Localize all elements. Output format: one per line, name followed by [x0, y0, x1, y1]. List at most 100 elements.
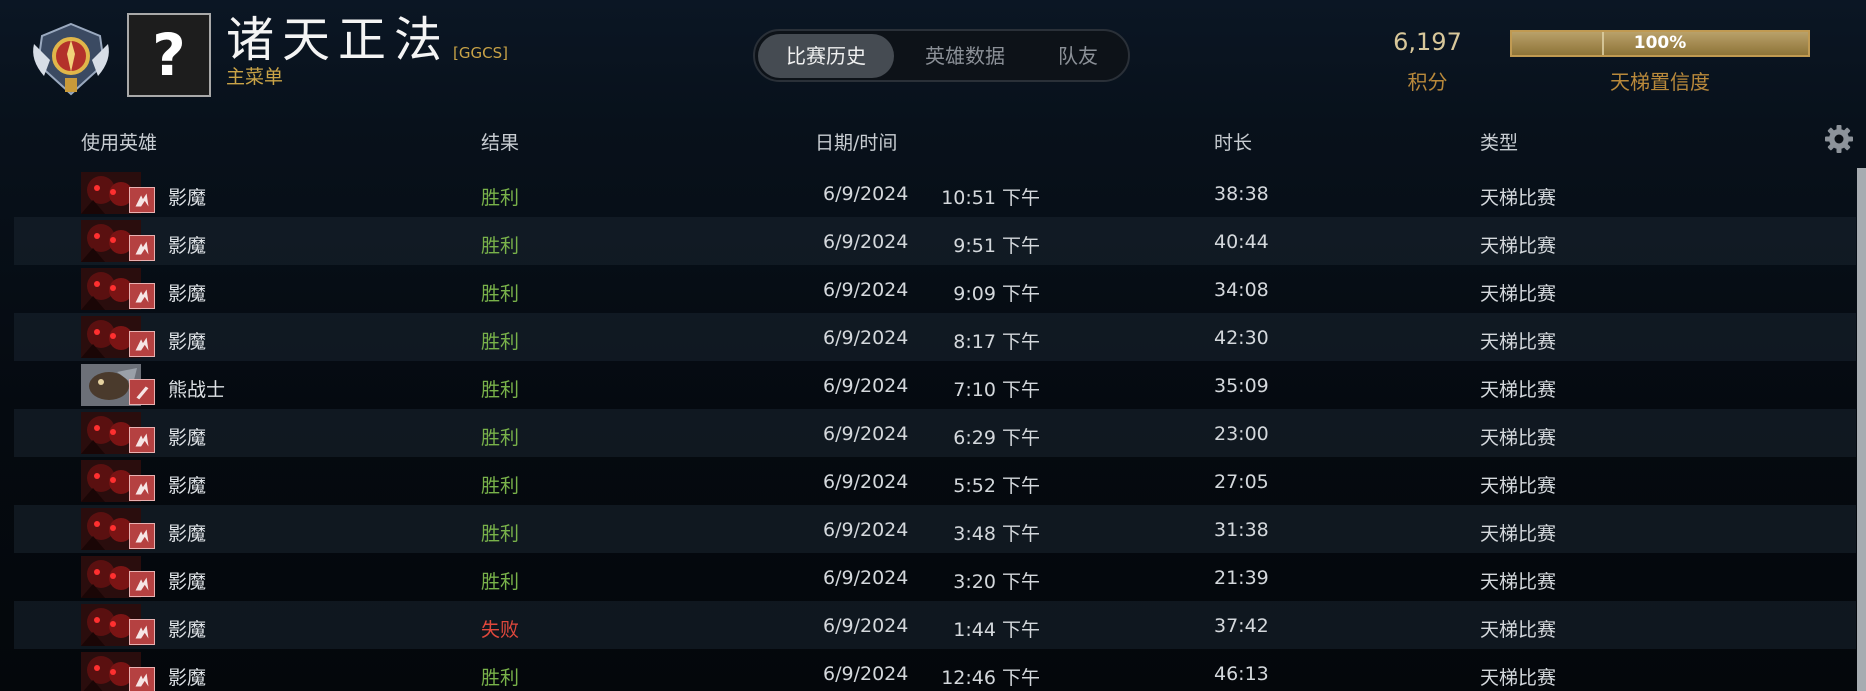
tab-teammates[interactable]: 队友: [1036, 34, 1120, 78]
match-date: 6/9/2024: [823, 183, 909, 205]
match-time: 9:09 下午: [953, 283, 1040, 305]
dagger-role-icon: [129, 379, 155, 405]
scrollbar[interactable]: [1857, 168, 1866, 691]
table-row[interactable]: 影魔 胜利 6/9/2024 3:48 下午 31:38 天梯比赛: [14, 505, 1856, 553]
column-duration[interactable]: 时长: [1214, 128, 1252, 155]
column-type[interactable]: 类型: [1480, 128, 1518, 155]
match-type: 天梯比赛: [1480, 667, 1557, 689]
confidence-bar: 100%: [1510, 30, 1810, 57]
match-date: 6/9/2024: [823, 231, 909, 253]
match-duration: 35:09: [1214, 375, 1269, 397]
player-name: 诸天正法: [226, 12, 451, 68]
match-time: 3:48 下午: [953, 523, 1040, 545]
match-result: 胜利: [481, 523, 520, 545]
strength-role-icon: [129, 283, 155, 309]
rank-medal-icon[interactable]: [30, 20, 112, 98]
match-duration: 40:44: [1214, 231, 1269, 253]
match-type: 天梯比赛: [1480, 427, 1557, 449]
match-time: 3:20 下午: [953, 571, 1040, 593]
table-row[interactable]: 影魔 胜利 6/9/2024 10:51 下午 38:38 天梯比赛: [14, 169, 1856, 217]
match-date: 6/9/2024: [823, 615, 909, 637]
strength-role-icon: [129, 235, 155, 261]
match-type: 天梯比赛: [1480, 187, 1557, 209]
table-row[interactable]: 熊战士 胜利 6/9/2024 7:10 下午 35:09 天梯比赛: [14, 361, 1856, 409]
main-menu-link[interactable]: 主菜单: [226, 62, 283, 89]
match-date: 6/9/2024: [823, 567, 909, 589]
strength-role-icon: [129, 331, 155, 357]
match-duration: 38:38: [1214, 183, 1269, 205]
match-type: 天梯比赛: [1480, 571, 1557, 593]
strength-role-icon: [129, 475, 155, 501]
table-row[interactable]: 影魔 胜利 6/9/2024 6:29 下午 23:00 天梯比赛: [14, 409, 1856, 457]
hero-name: 影魔: [168, 667, 207, 689]
table-header: 使用英雄 结果 日期/时间 时长 类型: [0, 120, 1866, 156]
rating-label: 积分: [1407, 70, 1448, 94]
hero-name: 影魔: [168, 571, 207, 593]
hero-name: 影魔: [168, 523, 207, 545]
match-result: 胜利: [481, 475, 520, 497]
tab-hero-stats[interactable]: 英雄数据: [894, 34, 1036, 78]
match-type: 天梯比赛: [1480, 283, 1557, 305]
table-row[interactable]: 影魔 胜利 6/9/2024 8:17 下午 42:30 天梯比赛: [14, 313, 1856, 361]
table-row[interactable]: 影魔 胜利 6/9/2024 12:46 下午 46:13 天梯比赛: [14, 649, 1856, 691]
strength-role-icon: [129, 571, 155, 597]
confidence-text: 100%: [1633, 33, 1687, 53]
match-time: 6:29 下午: [953, 427, 1040, 449]
tab-match-history[interactable]: 比赛历史: [758, 33, 894, 78]
match-type: 天梯比赛: [1480, 331, 1557, 353]
match-duration: 37:42: [1214, 615, 1269, 637]
match-date: 6/9/2024: [823, 375, 909, 397]
match-type: 天梯比赛: [1480, 379, 1557, 401]
match-type: 天梯比赛: [1480, 523, 1557, 545]
match-type: 天梯比赛: [1480, 235, 1557, 257]
match-time: 8:17 下午: [953, 331, 1040, 353]
match-date: 6/9/2024: [823, 519, 909, 541]
avatar[interactable]: ?: [127, 13, 211, 97]
match-result: 胜利: [481, 571, 520, 593]
match-time: 1:44 下午: [953, 619, 1040, 641]
match-result: 胜利: [481, 427, 520, 449]
match-time: 9:51 下午: [953, 235, 1040, 257]
table-row[interactable]: 影魔 胜利 6/9/2024 9:51 下午 40:44 天梯比赛: [14, 217, 1856, 265]
hero-name: 影魔: [168, 283, 207, 305]
hero-name: 影魔: [168, 235, 207, 257]
profile-screen: ? 诸天正法 [GGCS] 主菜单 比赛历史 英雄数据 队友 6,197 积分 …: [0, 0, 1866, 691]
rating-value: 6,197: [1393, 28, 1462, 56]
column-datetime[interactable]: 日期/时间: [815, 128, 897, 155]
hero-name: 影魔: [168, 475, 207, 497]
match-duration: 21:39: [1214, 567, 1269, 589]
column-result[interactable]: 结果: [481, 128, 519, 155]
match-type: 天梯比赛: [1480, 619, 1557, 641]
match-result: 胜利: [481, 235, 520, 257]
gear-icon[interactable]: [1824, 124, 1854, 154]
match-date: 6/9/2024: [823, 471, 909, 493]
match-list: 影魔 胜利 6/9/2024 10:51 下午 38:38 天梯比赛 影魔 胜利 6/9/202…: [14, 169, 1856, 691]
match-type: 天梯比赛: [1480, 475, 1557, 497]
match-result: 胜利: [481, 187, 520, 209]
match-result: 胜利: [481, 379, 520, 401]
profile-header: ? 诸天正法 [GGCS] 主菜单 比赛历史 英雄数据 队友 6,197 积分 …: [0, 0, 1866, 108]
table-row[interactable]: 影魔 胜利 6/9/2024 5:52 下午 27:05 天梯比赛: [14, 457, 1856, 505]
match-time: 10:51 下午: [941, 187, 1040, 209]
hero-name: 影魔: [168, 187, 207, 209]
table-row[interactable]: 影魔 失败 6/9/2024 1:44 下午 37:42 天梯比赛: [14, 601, 1856, 649]
match-result: 失败: [481, 619, 520, 641]
match-result: 胜利: [481, 283, 520, 305]
match-time: 5:52 下午: [953, 475, 1040, 497]
match-time: 7:10 下午: [953, 379, 1040, 401]
strength-role-icon: [129, 619, 155, 645]
strength-role-icon: [129, 667, 155, 691]
confidence-label: 天梯置信度: [1610, 70, 1710, 94]
table-row[interactable]: 影魔 胜利 6/9/2024 9:09 下午 34:08 天梯比赛: [14, 265, 1856, 313]
table-row[interactable]: 影魔 胜利 6/9/2024 3:20 下午 21:39 天梯比赛: [14, 553, 1856, 601]
hero-name: 影魔: [168, 331, 207, 353]
match-date: 6/9/2024: [823, 327, 909, 349]
column-hero[interactable]: 使用英雄: [81, 128, 157, 155]
match-duration: 42:30: [1214, 327, 1269, 349]
hero-name: 影魔: [168, 619, 207, 641]
match-duration: 34:08: [1214, 279, 1269, 301]
match-result: 胜利: [481, 667, 520, 689]
match-duration: 46:13: [1214, 663, 1269, 685]
match-duration: 31:38: [1214, 519, 1269, 541]
strength-role-icon: [129, 523, 155, 549]
